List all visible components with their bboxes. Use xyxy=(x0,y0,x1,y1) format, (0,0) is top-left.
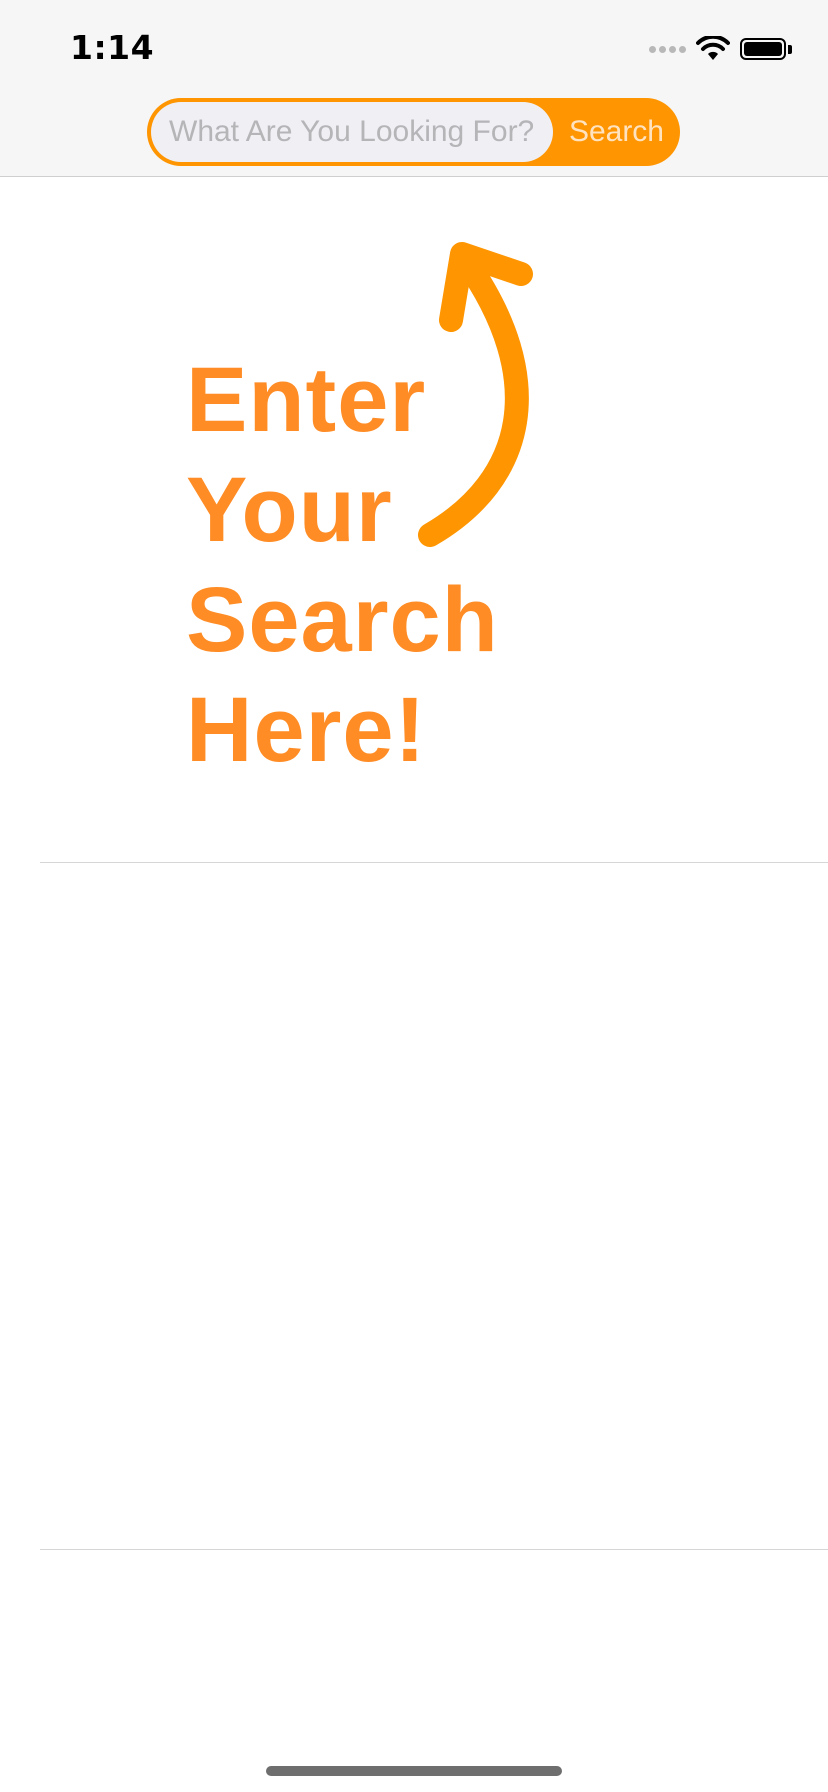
search-input[interactable] xyxy=(151,102,553,162)
navigation-header: 1:14 Search xyxy=(0,0,828,177)
row-divider xyxy=(40,862,828,863)
wifi-icon xyxy=(696,36,730,60)
curved-arrow-up-icon xyxy=(418,242,533,547)
search-bar: Search xyxy=(147,98,680,166)
cellular-signal-icon xyxy=(649,45,686,53)
home-indicator[interactable] xyxy=(266,1766,562,1776)
status-icons xyxy=(649,34,792,64)
row-divider xyxy=(40,1549,828,1550)
battery-icon xyxy=(740,38,792,60)
status-time: 1:14 xyxy=(70,28,155,67)
search-button[interactable]: Search xyxy=(569,98,664,166)
